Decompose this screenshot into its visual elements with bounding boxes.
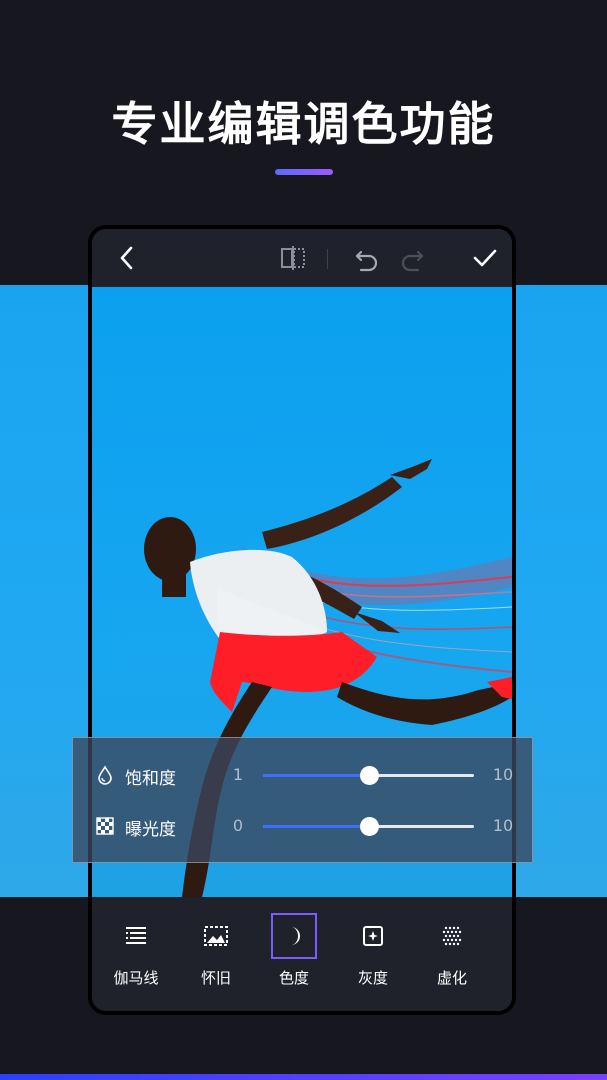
checker-icon — [96, 817, 114, 835]
topbar-divider — [327, 249, 328, 269]
blur-icon — [442, 926, 462, 946]
confirm-icon[interactable] — [470, 243, 500, 273]
adjust-row-exposure: 曝光度 0 10 — [73, 806, 532, 846]
tool-active-frame — [271, 913, 317, 959]
hero-title: 专业编辑调色功能 — [111, 97, 496, 151]
redo-icon[interactable] — [397, 243, 427, 273]
droplet-icon — [98, 765, 112, 785]
phone-frame: 伽马线 怀旧 色度 灰度 虚化 — [88, 225, 516, 1015]
editor-topbar — [92, 229, 512, 287]
undo-icon[interactable] — [352, 243, 382, 273]
slider-fill — [263, 774, 369, 777]
vintage-icon — [204, 926, 228, 946]
adjust-label: 曝光度 — [125, 820, 176, 840]
tool-chroma[interactable]: 色度 — [262, 913, 326, 988]
adjust-min-value: 0 — [232, 816, 244, 835]
moon-icon — [291, 927, 301, 945]
tool-label: 怀旧 — [200, 969, 231, 987]
tool-grayscale[interactable]: 灰度 — [341, 913, 405, 988]
tool-label: 伽马线 — [113, 969, 159, 987]
adjust-max-value: 10 — [492, 816, 514, 835]
back-icon[interactable] — [112, 243, 142, 273]
tool-label: 色度 — [278, 969, 309, 987]
slider-knob[interactable] — [359, 817, 379, 836]
slider-fill — [263, 825, 369, 828]
tool-label: 虚化 — [436, 969, 467, 987]
exposure-slider[interactable] — [263, 817, 474, 836]
title-underline — [275, 169, 333, 175]
tool-gamma[interactable]: 伽马线 — [104, 913, 168, 988]
saturation-slider[interactable] — [263, 766, 474, 785]
tool-label: 灰度 — [357, 969, 388, 987]
grayscale-icon — [363, 926, 383, 946]
tool-blur[interactable]: 虚化 — [420, 913, 484, 988]
adjust-row-saturation: 饱和度 1 10 — [73, 755, 532, 795]
adjust-max-value: 10 — [492, 765, 514, 784]
compare-icon[interactable] — [278, 243, 308, 273]
gamma-icon — [126, 927, 146, 944]
tool-bar: 伽马线 怀旧 色度 灰度 虚化 — [92, 897, 512, 1011]
slider-knob[interactable] — [359, 766, 379, 785]
adjustment-panel: 饱和度 1 10 曝光度 0 10 — [72, 737, 533, 863]
adjust-min-value: 1 — [232, 765, 244, 784]
adjust-label: 饱和度 — [125, 769, 176, 789]
tool-vintage[interactable]: 怀旧 — [184, 913, 248, 988]
bottom-accent-bar — [0, 1074, 607, 1080]
